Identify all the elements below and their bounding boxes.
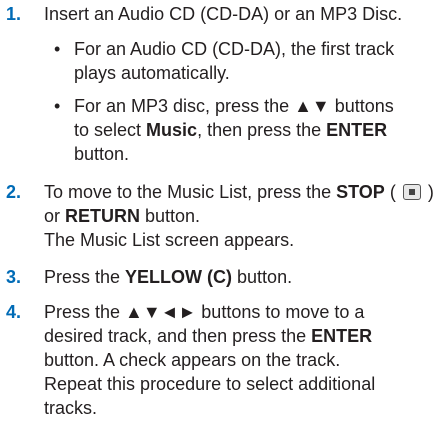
bullet-text: For an MP3 disc, press the ▲▼ buttons to…: [74, 96, 394, 164]
bullet-dot: •: [54, 96, 61, 116]
step-text: Insert an Audio CD (CD-DA) or an MP3 Dis…: [44, 4, 403, 24]
bullet-text: For an Audio CD (CD-DA), the first track…: [74, 39, 395, 83]
bullet-dot: •: [54, 39, 61, 59]
step-number: 1.: [6, 4, 22, 24]
stop-icon: [402, 184, 421, 200]
step-number: 2.: [6, 182, 22, 202]
step-number: 3.: [6, 267, 22, 287]
step-text: To move to the Music List, press the STO…: [44, 182, 434, 250]
step-number: 4.: [6, 302, 22, 322]
step-text: Press the ▲▼◄► buttons to move to a desi…: [44, 302, 376, 418]
instruction-page: 1. Insert an Audio CD (CD-DA) or an MP3 …: [0, 0, 444, 424]
step-text: Press the YELLOW (C) button.: [44, 267, 293, 287]
